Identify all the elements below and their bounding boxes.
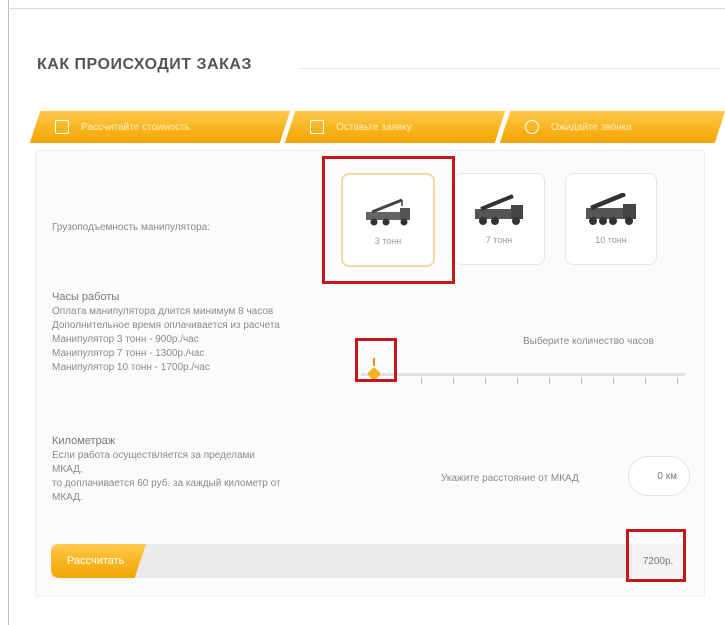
slider-tick bbox=[645, 378, 646, 384]
envelope-icon bbox=[310, 120, 324, 134]
hours-title: Часы работы bbox=[52, 291, 120, 303]
hours-slider-hint: Выберите количество часов bbox=[523, 336, 654, 347]
slider-tick bbox=[421, 378, 422, 384]
distance-label: Укажите расстояние от МКАД bbox=[441, 473, 579, 484]
km-description: Километраж Если работа осуществляется за… bbox=[52, 435, 332, 505]
slider-tick bbox=[453, 378, 454, 384]
km-line: Если работа осуществляется за пределами bbox=[52, 450, 255, 461]
slider-tick bbox=[485, 378, 486, 384]
crane-truck-icon bbox=[475, 194, 523, 225]
step-label: Рассчитайте стоимость bbox=[81, 121, 190, 133]
frame-border-top bbox=[8, 8, 725, 9]
step-request: Оставьте заявку bbox=[284, 111, 506, 143]
highlight-box-capacity bbox=[322, 156, 455, 284]
slider-tick bbox=[581, 378, 582, 384]
hours-line: Дополнительное время оплачивается из рас… bbox=[52, 320, 280, 331]
step-label: Оставьте заявку bbox=[336, 121, 412, 133]
hours-line: Манипулятор 10 тонн - 1700р./час bbox=[52, 362, 210, 373]
slider-tick bbox=[549, 378, 550, 384]
calculate-button[interactable]: Рассчитать bbox=[51, 544, 146, 578]
slider-ticks bbox=[361, 378, 686, 388]
hours-line: Манипулятор 7 тонн - 1300р./час bbox=[52, 348, 205, 359]
slider-tick bbox=[677, 378, 678, 384]
capacity-option-7t[interactable]: 7 тонн bbox=[453, 173, 545, 265]
slider-tick bbox=[613, 378, 614, 384]
km-line: МКАД. bbox=[52, 492, 83, 503]
capacity-option-label: 10 тонн bbox=[595, 235, 627, 245]
capacity-label: Грузоподъемность манипулятора: bbox=[52, 222, 210, 233]
order-steps-bar: Рассчитайте стоимость Оставьте заявку Ож… bbox=[29, 111, 725, 143]
step-calculate: Рассчитайте стоимость bbox=[29, 111, 291, 143]
crane-truck-icon bbox=[586, 193, 636, 225]
hours-description: Часы работы Оплата манипулятора длится м… bbox=[52, 291, 332, 375]
section-title: КАК ПРОИСХОДИТ ЗАКАЗ bbox=[37, 56, 252, 73]
slider-track[interactable] bbox=[361, 373, 686, 376]
highlight-box-price bbox=[626, 529, 686, 582]
calculator-icon bbox=[55, 120, 69, 134]
distance-input[interactable]: 0 км bbox=[628, 456, 690, 496]
km-line: МКАД, bbox=[52, 464, 83, 475]
km-line: то доплачивается 60 руб. за каждый килом… bbox=[52, 478, 281, 489]
highlight-box-slider bbox=[355, 338, 397, 382]
hours-line: Манипулятор 3 тонн - 900р./час bbox=[52, 334, 199, 345]
frame-border-left bbox=[8, 0, 9, 625]
step-label: Ожидайте звонка bbox=[551, 121, 632, 133]
title-divider bbox=[300, 68, 720, 69]
hours-line: Оплата манипулятора длится минимум 8 час… bbox=[52, 306, 274, 317]
slider-tick bbox=[517, 378, 518, 384]
step-call: Ожидайте звонка bbox=[499, 111, 725, 143]
capacity-option-label: 7 тонн bbox=[485, 235, 513, 245]
phone-icon bbox=[525, 120, 539, 134]
hours-slider[interactable] bbox=[361, 358, 686, 391]
capacity-option-10t[interactable]: 10 тонн bbox=[565, 173, 657, 265]
km-title: Километраж bbox=[52, 435, 116, 447]
